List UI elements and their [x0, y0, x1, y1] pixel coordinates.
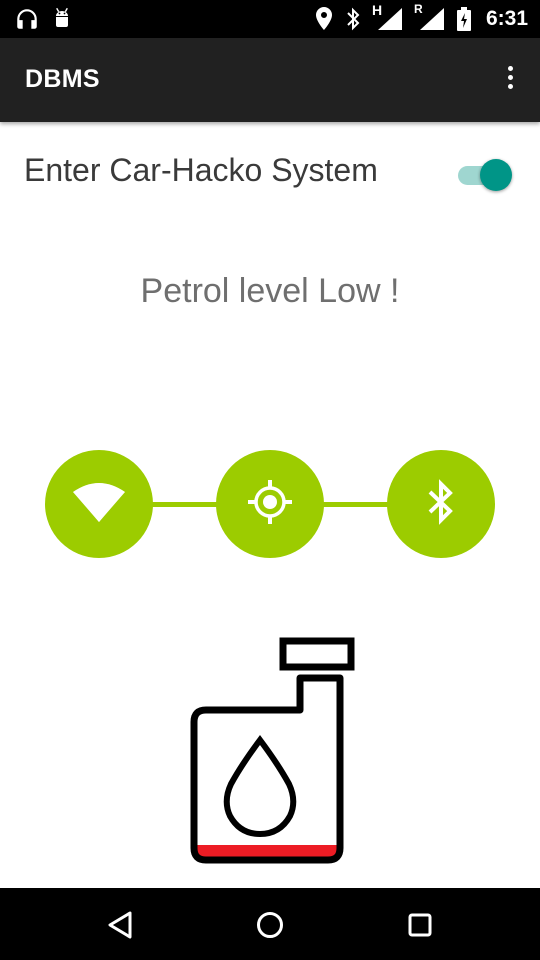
switch-label: Enter Car-Hacko System	[24, 152, 378, 188]
connection-status-row	[0, 450, 540, 560]
clock: 6:31	[485, 7, 528, 30]
switch-thumb	[480, 159, 512, 191]
gps-icon	[245, 477, 295, 532]
location-icon	[314, 6, 334, 32]
battery-charging-icon	[456, 6, 472, 32]
wifi-icon	[71, 480, 127, 529]
back-icon[interactable]	[103, 908, 137, 942]
bluetooth-icon	[424, 478, 458, 530]
fuel-canister	[182, 636, 358, 868]
connector-line	[320, 502, 390, 507]
gps-status-circle[interactable]	[216, 450, 324, 558]
home-icon[interactable]	[253, 908, 287, 942]
signal-roaming-icon: R	[414, 2, 446, 33]
system-toggle-switch[interactable]	[458, 159, 512, 191]
navigation-bar	[0, 888, 540, 960]
app-title: DBMS	[25, 65, 100, 93]
wifi-status-circle[interactable]	[45, 450, 153, 558]
bluetooth-icon	[344, 6, 362, 32]
bluetooth-status-circle[interactable]	[387, 450, 495, 558]
recents-icon[interactable]	[403, 908, 437, 942]
app-bar: DBMS	[0, 38, 540, 122]
signal-icon: H	[372, 2, 404, 33]
headphones-icon	[14, 6, 40, 32]
more-vert-icon[interactable]	[504, 66, 516, 96]
connector-line	[150, 502, 220, 507]
status-bar: H R 6:31	[0, 0, 540, 38]
android-icon	[50, 6, 74, 32]
system-switch-row: Enter Car-Hacko System	[0, 122, 540, 220]
status-message: Petrol level Low !	[140, 272, 400, 310]
canister-cap	[279, 637, 355, 671]
fuel-drop-icon	[223, 734, 297, 838]
